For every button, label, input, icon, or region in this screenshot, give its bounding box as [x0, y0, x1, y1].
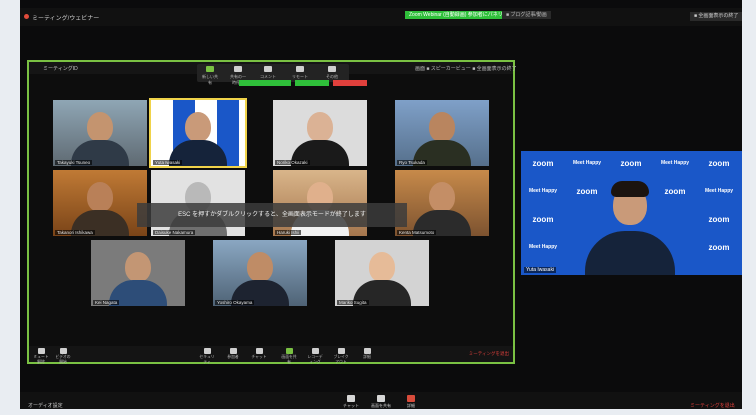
avatar: [429, 182, 455, 212]
more-icon: [328, 66, 336, 72]
speaker-video[interactable]: zoom Meet Happy zoom Meet Happy zoom Mee…: [521, 151, 742, 275]
microphone-icon: [37, 348, 45, 354]
avatar: [247, 252, 273, 282]
stop-share-button[interactable]: [333, 80, 367, 86]
speaker-name: Yuta Iwasaki: [524, 267, 557, 273]
breakout-icon: [337, 348, 345, 354]
wall-logo: zoom: [620, 159, 642, 168]
people-icon: [229, 348, 237, 354]
more-icon: [407, 395, 415, 402]
participant-tile[interactable]: Ryo Tsukada: [395, 100, 489, 166]
camera-icon: [59, 348, 67, 354]
share-screen-button[interactable]: 画面を共有: [370, 395, 392, 409]
participant-name: Takayuki Tsuneo: [55, 160, 93, 165]
participant-name: Kei Nagata: [93, 300, 120, 305]
security-button[interactable]: セキュリティ: [199, 348, 215, 365]
more-options-button[interactable]: 詳細: [359, 348, 375, 360]
avatar: [369, 252, 395, 282]
participant-tile[interactable]: Takayuki Tsuneo: [53, 100, 147, 166]
recording-badge[interactable]: Zoom Webinar (自動録画) 参加者にパネリスト: [405, 11, 517, 19]
participant-name: Yoshiro Okayama: [215, 300, 255, 305]
start-video-button[interactable]: ビデオの開始: [55, 348, 71, 365]
leave-meeting-button[interactable]: ミーティングを退出: [690, 402, 735, 409]
wall-logo: zoom: [664, 187, 686, 196]
shield-icon: [203, 348, 211, 354]
wall-logo: zoom: [532, 215, 554, 224]
more-icon: [363, 348, 371, 354]
avatar: [125, 252, 151, 282]
record-icon: [311, 348, 319, 354]
participant-tile[interactable]: Noriko Okazaki: [273, 100, 367, 166]
participant-name: Daisuke Nakamura: [153, 230, 196, 235]
participant-name: Noriko Okazaki: [275, 160, 310, 165]
shared-screen-view-controls[interactable]: 画面 ■ スピーカービュー ■ 全画面表示の終了: [415, 65, 517, 72]
participants-button[interactable]: 参加者: [225, 348, 241, 360]
share-icon: [206, 66, 214, 72]
wall-logo: Meet Happy: [704, 188, 734, 194]
leave-meeting-button[interactable]: ミーティングを退出: [469, 351, 509, 357]
participant-name: Yuta Iwasaki: [153, 160, 183, 165]
record-button[interactable]: レコーディング: [307, 348, 323, 365]
audio-settings-button[interactable]: オーディオ設定: [28, 402, 63, 409]
avatar: [307, 112, 333, 142]
avatar: [87, 182, 113, 212]
participant-tile[interactable]: Yoshiro Okayama: [213, 240, 307, 306]
participant-name: Takanori Ishikawa: [55, 230, 95, 235]
hand-icon: [377, 395, 385, 402]
participant-tile[interactable]: Kenta Matsumoto: [395, 170, 489, 236]
pause-icon: [234, 66, 242, 72]
chat-button[interactable]: チャット: [340, 395, 362, 409]
participant-name: Haruki Ishii: [275, 230, 302, 235]
wall-logo: zoom: [532, 159, 554, 168]
avatar: [87, 112, 113, 142]
wall-logo: zoom: [708, 243, 730, 252]
participant-name: Kenta Matsumoto: [397, 230, 437, 235]
participant-tile-active[interactable]: Yuta Iwasaki: [149, 98, 247, 168]
chat-icon: [255, 348, 263, 354]
wall-logo: Meet Happy: [660, 160, 690, 166]
sharing-indicator-2[interactable]: [295, 80, 329, 86]
participant-tile[interactable]: Kei Nagata: [91, 240, 185, 306]
share-screen-icon: [285, 348, 293, 354]
pen-icon: [264, 66, 272, 72]
wall-logo: Meet Happy: [528, 188, 558, 194]
wall-logo: zoom: [708, 215, 730, 224]
wall-logo: Meet Happy: [572, 160, 602, 166]
sharing-indicator[interactable]: [239, 80, 291, 86]
fullscreen-exit-hint: ESC を押すかダブルクリックすると、全画面表示モードが終了します: [137, 203, 407, 227]
new-share-button[interactable]: 新しい共有: [201, 66, 219, 86]
participant-name: Ryo Tsukada: [397, 160, 427, 165]
share-screen-button[interactable]: 画面を共有: [281, 348, 297, 365]
avatar: [185, 112, 211, 142]
wall-logo: Meet Happy: [528, 244, 558, 250]
exit-fullscreen-button[interactable]: ■ 全画面表示の終了: [690, 12, 743, 21]
window-title: ミーティング/ウェビナー: [32, 16, 100, 22]
window-title-bar: [20, 8, 742, 26]
participant-tile[interactable]: Mariko Sugita: [335, 240, 429, 306]
breakout-button[interactable]: ブレイクアウト: [333, 348, 349, 365]
recording-status[interactable]: ■ ブログ記事/動画: [502, 11, 551, 19]
wall-logo: zoom: [708, 159, 730, 168]
avatar: [429, 112, 455, 142]
unmute-button[interactable]: ミュート解除: [33, 348, 49, 365]
mouse-icon: [296, 66, 304, 72]
participant-name: Mariko Sugita: [337, 300, 369, 305]
speaker-hair: [611, 181, 649, 197]
window-status-dot-icon: [24, 14, 29, 19]
chat-button[interactable]: チャット: [251, 348, 267, 360]
speaker-body: [585, 231, 675, 275]
chat-icon: [347, 395, 355, 402]
participant-tile[interactable]: Takanori Ishikawa: [53, 170, 147, 236]
more-button[interactable]: その他: [323, 66, 341, 80]
more-options-button[interactable]: 詳細: [400, 395, 422, 409]
shared-screen-title: ミーティングID: [43, 66, 78, 72]
share-bottom-toolbar: ミュート解除 ビデオの開始 セキュリティ 参加者 チャット 画面を共有 レコーデ…: [29, 346, 513, 365]
wall-logo: zoom: [576, 187, 598, 196]
